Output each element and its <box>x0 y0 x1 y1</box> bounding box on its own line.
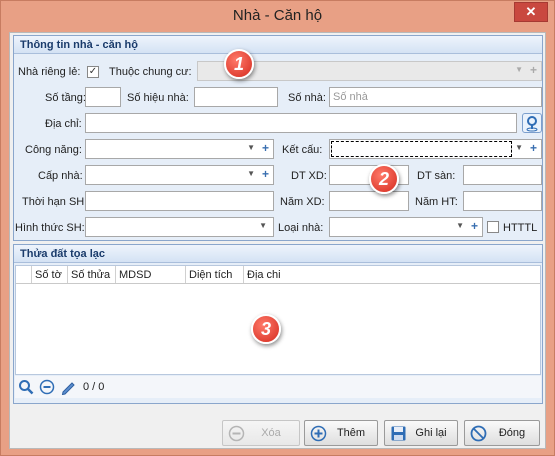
thoi-han-sh-label: Thời hạn SH: <box>22 196 88 208</box>
cong-nang-combo[interactable]: ▼ + <box>85 139 274 159</box>
loai-nha-combo[interactable]: ▼ + <box>329 217 483 237</box>
search-icon[interactable] <box>18 379 34 395</box>
title-bar[interactable]: Nhà - Căn hộ ✕ <box>1 1 554 32</box>
plus-icon[interactable]: + <box>530 141 537 155</box>
no-entry-icon <box>470 425 487 442</box>
house-info-header: Thông tin nhà - căn hộ <box>14 36 542 54</box>
cong-nang-label: Công năng: <box>25 144 82 156</box>
thuoc-chung-cu-label: Thuộc chung cư: <box>109 66 192 78</box>
plus-circle-icon <box>310 425 327 442</box>
hinh-thuc-sh-combo[interactable]: ▼ <box>85 217 274 237</box>
add-button[interactable]: Thêm <box>304 420 378 446</box>
htttl-checkbox[interactable] <box>487 221 499 233</box>
so-nha-field[interactable]: Số nhà <box>329 87 542 107</box>
so-hieu-nha-label: Số hiệu nhà: <box>127 92 189 104</box>
chevron-down-icon: ▼ <box>247 169 255 178</box>
dt-san-label: DT sàn: <box>417 170 456 182</box>
column-header[interactable]: Số thửa <box>68 266 116 283</box>
nha-rieng-le-label: Nhà riêng lẻ: <box>18 66 81 78</box>
delete-button-label: Xóa <box>261 427 281 439</box>
cap-nha-label: Cấp nhà: <box>38 170 83 182</box>
so-tang-field[interactable] <box>85 87 121 107</box>
thoi-han-sh-field[interactable] <box>85 191 274 211</box>
plus-icon[interactable]: + <box>262 141 269 155</box>
chevron-down-icon: ▼ <box>247 143 255 152</box>
chevron-down-icon: ▼ <box>515 65 523 74</box>
column-header[interactable]: Số tờ <box>32 266 68 283</box>
minus-circle-icon[interactable] <box>39 379 55 395</box>
so-hieu-nha-field[interactable] <box>194 87 278 107</box>
plus-icon[interactable]: + <box>262 167 269 181</box>
close-button-label: Đóng <box>498 427 526 439</box>
save-button-label: Ghi lại <box>415 427 447 439</box>
nam-ht-label: Năm HT: <box>415 196 458 208</box>
chevron-down-icon: ▼ <box>515 143 523 152</box>
delete-icon <box>228 425 245 442</box>
column-header[interactable]: Diện tích <box>186 266 244 283</box>
nha-rieng-le-checkbox[interactable]: ✓ <box>87 66 99 78</box>
callout-badge-3: 3 <box>251 314 281 344</box>
row-indicator-column <box>16 266 32 283</box>
so-nha-label: Số nhà: <box>288 92 326 104</box>
dia-chi-label: Địa chỉ: <box>45 118 82 130</box>
nam-xd-field[interactable] <box>329 191 409 211</box>
parcel-table-header: Số tờ Số thửa MDSD Diện tích Địa chi <box>16 266 540 284</box>
map-pin-icon[interactable] <box>522 113 542 133</box>
dialog-window: Nhà - Căn hộ ✕ Thông tin nhà - căn hộ Nh… <box>0 0 555 456</box>
close-button[interactable]: Đóng <box>464 420 540 446</box>
delete-button[interactable]: Xóa <box>222 420 300 446</box>
column-header[interactable]: Địa chi <box>244 266 540 283</box>
save-button[interactable]: Ghi lại <box>384 420 458 446</box>
ket-cau-combo[interactable]: ▼ + <box>329 139 542 159</box>
pencil-icon[interactable] <box>60 379 76 396</box>
dialog-body: Thông tin nhà - căn hộ Nhà riêng lẻ: ✓ T… <box>9 32 546 449</box>
chevron-down-icon: ▼ <box>259 221 267 230</box>
chevron-down-icon: ▼ <box>456 221 464 230</box>
column-header[interactable]: MDSD <box>116 266 186 283</box>
window-close-button[interactable]: ✕ <box>514 2 548 22</box>
dt-san-field[interactable] <box>463 165 542 185</box>
plus-icon[interactable]: + <box>471 219 478 233</box>
dia-chi-field[interactable] <box>85 113 517 133</box>
floppy-disk-icon <box>390 425 407 442</box>
cap-nha-combo[interactable]: ▼ + <box>85 165 274 185</box>
nam-xd-label: Năm XD: <box>280 196 325 208</box>
ket-cau-input[interactable] <box>331 141 512 157</box>
loai-nha-label: Loại nhà: <box>278 222 324 234</box>
hinh-thuc-sh-label: Hình thức SH: <box>15 222 85 234</box>
table-navigator: 0 / 0 <box>15 376 541 398</box>
nam-ht-field[interactable] <box>463 191 542 211</box>
callout-badge-2: 2 <box>369 164 399 194</box>
callout-badge-1: 1 <box>224 49 254 79</box>
so-tang-label: Số tầng: <box>45 92 86 104</box>
house-info-group: Thông tin nhà - căn hộ Nhà riêng lẻ: ✓ T… <box>13 35 543 241</box>
dt-xd-label: DT XD: <box>291 170 327 182</box>
ket-cau-label: Kết cấu: <box>282 144 323 156</box>
window-title: Nhà - Căn hộ <box>232 7 323 24</box>
parcel-header: Thửa đất tọa lạc <box>14 245 542 263</box>
plus-icon[interactable]: + <box>530 63 537 77</box>
htttl-label: HTTTL <box>503 222 538 234</box>
record-counter: 0 / 0 <box>83 381 105 393</box>
add-button-label: Thêm <box>336 427 366 439</box>
